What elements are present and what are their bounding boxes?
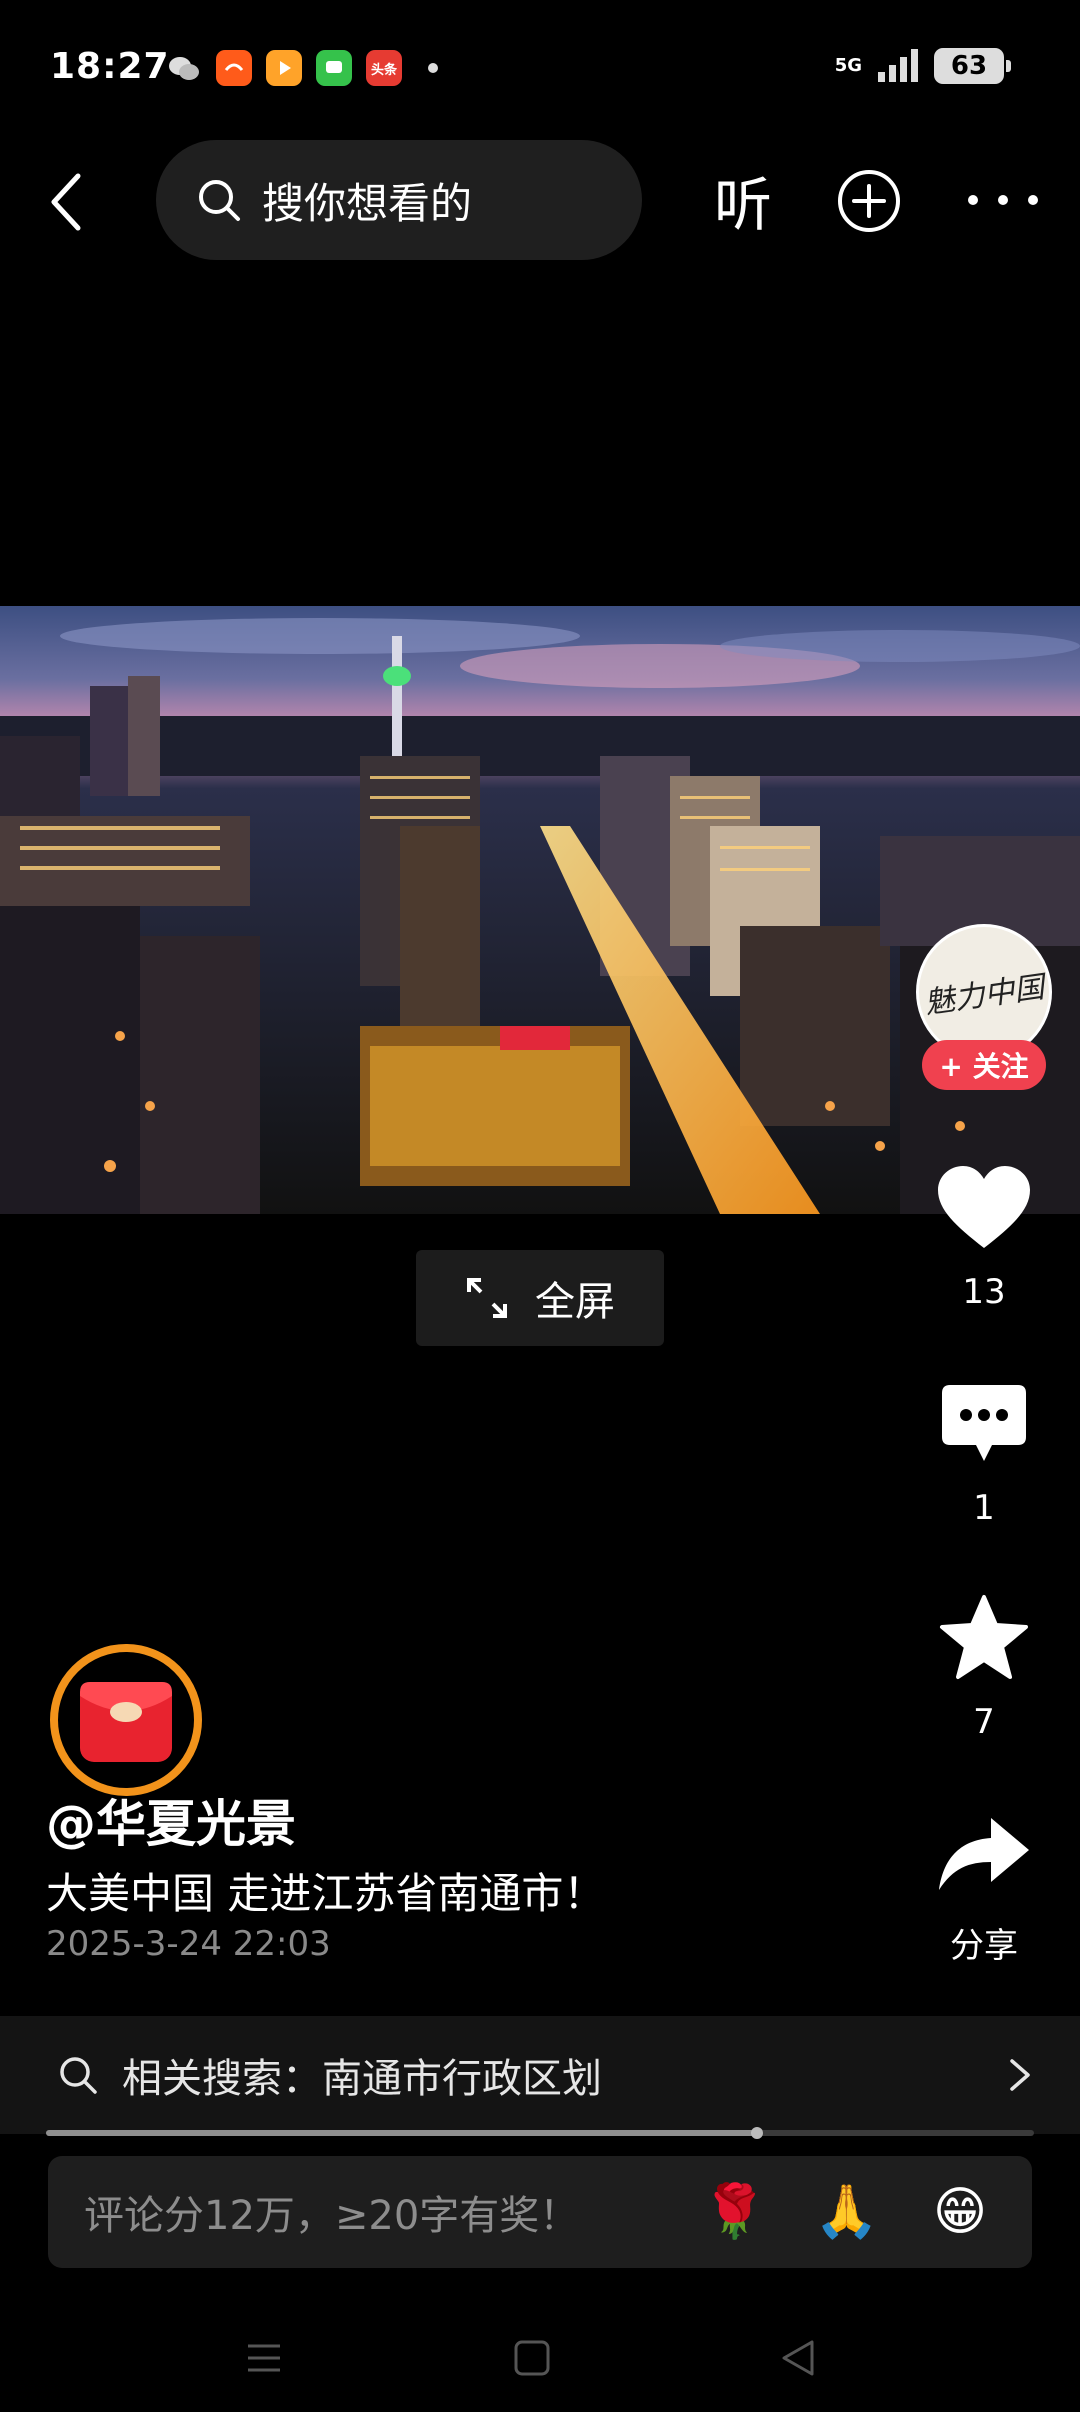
favorite-button[interactable]: 7 [916,1590,1052,1742]
more-dot-icon [968,195,978,205]
taobao-icon [216,50,252,86]
search-placeholder: 搜你想看的 [262,178,473,228]
comment-bubble-icon [936,1376,1032,1472]
comment-input[interactable]: 评论分12万，≥20字有奖！ 🌹 🙏 😁 [48,2156,1032,2268]
avatar-logo-text: 魅力中国 [922,969,1047,1022]
more-notifications-dot [428,63,438,73]
messages-icon [316,50,352,86]
status-right: 5G 63 [835,48,1011,84]
rose-emoji-icon[interactable]: 🌹 [702,2180,767,2244]
back-button[interactable] [36,164,96,240]
favorite-count: 7 [973,1702,995,1742]
more-dot-icon [1028,195,1038,205]
video-detail-screen: 18:27 头条 5G 63 搜你想看的 听 魅力中国 + 关注 全屏 13 1… [0,0,1080,2412]
related-search-text: 相关搜索：南通市行政区划 [122,2056,602,2102]
status-time: 18:27 [50,46,170,87]
more-options-button[interactable] [968,180,1038,220]
pray-emoji-icon[interactable]: 🙏 [814,2180,879,2244]
notification-icons: 头条 [166,50,438,86]
expand-icon [467,1278,507,1318]
video-title: 大美中国 走进江苏省南通市！ [46,1869,606,1918]
back-triangle-icon[interactable] [774,2334,822,2382]
signal-icon [878,49,918,82]
battery-icon: 63 [934,48,1011,84]
comment-placeholder: 评论分12万，≥20字有奖！ [84,2193,580,2239]
fullscreen-button[interactable]: 全屏 [416,1250,664,1346]
status-bar: 18:27 头条 5G 63 [0,0,1080,140]
home-square-icon[interactable] [508,2334,556,2382]
battery-level: 63 [950,51,988,81]
related-search-bar[interactable]: 相关搜索：南通市行政区划 [0,2016,1080,2134]
top-nav: 搜你想看的 听 [0,140,1080,264]
wechat-icon [166,50,202,86]
author-name[interactable]: @华夏光景 [46,1784,296,1856]
menu-icon[interactable] [240,2334,288,2382]
add-circle-icon[interactable] [836,168,902,234]
chevron-left-icon [51,173,81,231]
video-progress-bar[interactable] [46,2127,1034,2139]
share-label: 分享 [950,1926,1018,1966]
chevron-right-icon [1010,2059,1030,2091]
progress-handle[interactable] [751,2127,764,2139]
system-nav-bar [0,2300,1080,2412]
search-icon [199,180,240,221]
listen-button[interactable]: 听 [706,162,780,239]
follow-button[interactable]: + 关注 [922,1040,1046,1090]
network-indicator: 5G [835,57,862,75]
share-button[interactable]: 分享 [916,1806,1052,1967]
toutiao-icon: 头条 [366,50,402,86]
post-date: 2025-3-24 22:03 [46,1924,331,1964]
city-night-scene [0,606,1080,1214]
grin-emoji-icon[interactable]: 😁 [928,2180,992,2244]
comment-button[interactable]: 1 [916,1376,1052,1528]
share-arrow-icon [936,1806,1032,1902]
like-count: 13 [962,1272,1006,1312]
toutiao-label: 头条 [370,62,397,78]
like-button[interactable]: 13 [916,1160,1052,1312]
video-app-icon [266,50,302,86]
network-label: 5G [834,55,862,76]
search-input[interactable]: 搜你想看的 [156,140,642,260]
comment-count: 1 [973,1488,995,1528]
red-packet-button[interactable] [50,1644,202,1796]
progress-fill [46,2130,758,2136]
video-player[interactable] [0,606,1080,1214]
search-icon [60,2057,97,2094]
heart-icon [936,1160,1032,1256]
fullscreen-label: 全屏 [535,1279,615,1325]
more-dot-icon [998,195,1008,205]
star-icon [936,1590,1032,1686]
red-envelope-icon [80,1682,172,1762]
